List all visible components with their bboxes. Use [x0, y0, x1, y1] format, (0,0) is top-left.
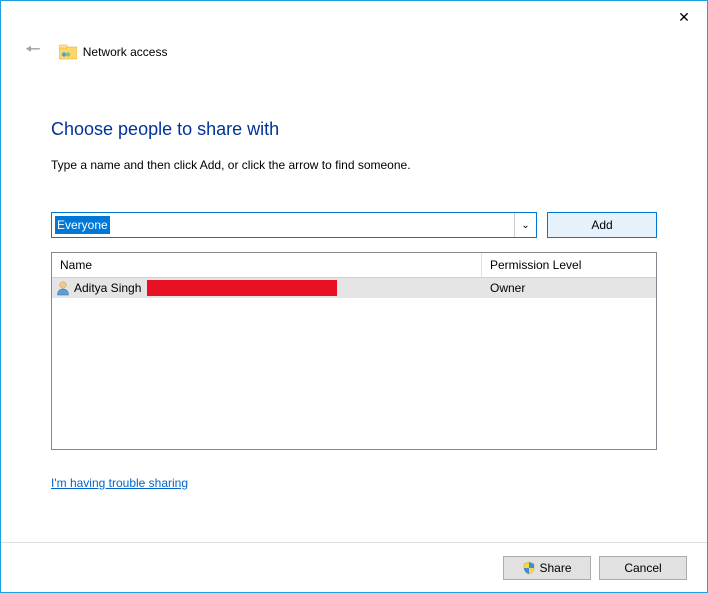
instruction-text: Type a name and then click Add, or click… — [51, 158, 657, 172]
column-header-permission[interactable]: Permission Level — [482, 253, 656, 277]
cancel-button[interactable]: Cancel — [599, 556, 687, 580]
combobox-dropdown-button[interactable]: ⌄ — [514, 213, 536, 237]
list-header: Name Permission Level — [52, 253, 656, 278]
breadcrumb: Network access — [59, 44, 168, 60]
close-button[interactable]: ✕ — [661, 1, 707, 33]
people-combobox[interactable]: Everyone ⌄ — [51, 212, 537, 238]
combobox-selected-text: Everyone — [55, 216, 110, 234]
back-button[interactable]: 🠔 — [21, 33, 45, 71]
share-button[interactable]: Share — [503, 556, 591, 580]
list-row[interactable]: Aditya Singh Owner — [52, 278, 656, 298]
list-body: Aditya Singh Owner — [52, 278, 656, 449]
chevron-down-icon: ⌄ — [521, 220, 529, 231]
back-arrow-icon: 🠔 — [25, 39, 41, 59]
footer: Share Cancel — [1, 542, 707, 592]
network-folder-icon — [59, 44, 77, 60]
main-heading: Choose people to share with — [51, 119, 657, 140]
content-area: Choose people to share with Type a name … — [1, 81, 707, 542]
close-icon: ✕ — [678, 9, 690, 26]
cell-name: Aditya Singh — [52, 280, 482, 296]
titlebar: ✕ — [1, 1, 707, 33]
column-header-name[interactable]: Name — [52, 253, 482, 277]
cell-permission: Owner — [482, 281, 656, 295]
redacted-block — [147, 280, 337, 296]
input-row: Everyone ⌄ Add — [51, 212, 657, 238]
page-title: Network access — [83, 45, 168, 59]
share-button-label: Share — [539, 561, 571, 575]
share-list: Name Permission Level Aditya Singh — [51, 252, 657, 450]
header-row: 🠔 Network access — [1, 33, 707, 81]
add-button[interactable]: Add — [547, 212, 657, 238]
trouble-sharing-link[interactable]: I'm having trouble sharing — [51, 476, 657, 490]
dialog-window: ✕ 🠔 Network access Choose people to shar… — [0, 0, 708, 593]
people-input[interactable] — [110, 213, 514, 237]
user-name: Aditya Singh — [74, 281, 141, 295]
user-icon — [56, 280, 70, 296]
shield-icon — [522, 561, 536, 575]
